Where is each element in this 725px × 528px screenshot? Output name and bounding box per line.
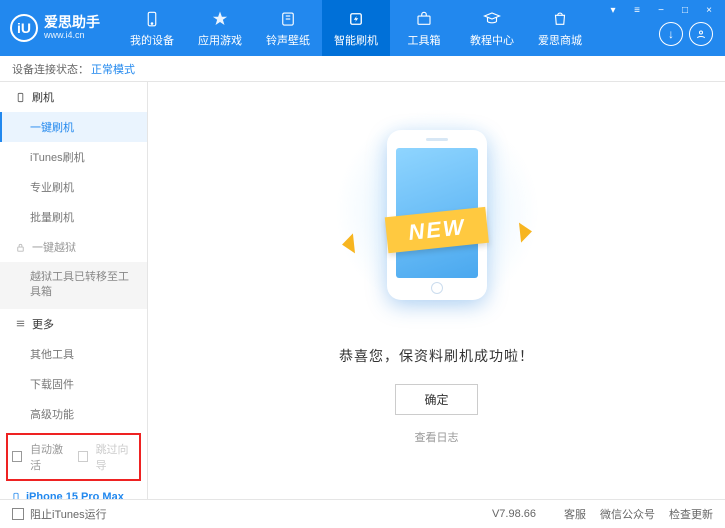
success-message: 恭喜您，保资料刷机成功啦！ (339, 346, 534, 366)
footer: 阻止iTunes运行 V7.98.66 客服 微信公众号 检查更新 (0, 499, 725, 527)
status-value: 正常模式 (91, 61, 135, 77)
sidebar: 刷机 一键刷机 iTunes刷机 专业刷机 批量刷机 一键越狱 越狱工具已转移至… (0, 82, 148, 499)
phone-illustration: NEW (347, 122, 527, 322)
block-itunes-label: 阻止iTunes运行 (30, 506, 107, 522)
maximize-button[interactable]: □ (677, 3, 693, 17)
version-label: V7.98.66 (492, 508, 536, 520)
app-title: 爱思助手 (44, 15, 100, 30)
section-more[interactable]: 更多 (0, 309, 147, 339)
nav-store[interactable]: 爱思商城 (526, 0, 594, 56)
more-icon (14, 318, 26, 330)
window-controls: ▾ ≡ − □ × (605, 3, 717, 17)
auto-activate-label: 自动激活 (30, 441, 69, 473)
top-nav: 我的设备 应用游戏 铃声壁纸 智能刷机 工具箱 教程中心 爱思商城 (118, 0, 594, 56)
ringtone-icon (278, 9, 298, 29)
minimize-button[interactable]: − (653, 3, 669, 17)
status-label: 设备连接状态： (12, 61, 89, 77)
app-url: www.i4.cn (44, 31, 100, 41)
sidebar-item-advanced[interactable]: 高级功能 (0, 399, 147, 429)
footer-link-update[interactable]: 检查更新 (669, 506, 713, 522)
nav-flash[interactable]: 智能刷机 (322, 0, 390, 56)
apps-icon (210, 9, 230, 29)
skip-guide-label: 跳过向导 (96, 441, 135, 473)
skip-guide-checkbox[interactable] (78, 451, 88, 462)
block-itunes-checkbox[interactable] (12, 508, 24, 520)
section-jailbreak: 一键越狱 (0, 232, 147, 262)
sidebar-item-pro-flash[interactable]: 专业刷机 (0, 172, 147, 202)
logo-icon: iU (10, 14, 38, 42)
device-info: iPhone 15 Pro Max 512GB iPhone (0, 485, 147, 499)
app-header: iU 爱思助手 www.i4.cn 我的设备 应用游戏 铃声壁纸 智能刷机 工具… (0, 0, 725, 56)
sidebar-item-one-click-flash[interactable]: 一键刷机 (0, 112, 147, 142)
sidebar-item-other-tools[interactable]: 其他工具 (0, 339, 147, 369)
cart-icon[interactable]: ▾ (605, 3, 621, 17)
status-bar: 设备连接状态： 正常模式 (0, 56, 725, 82)
logo: iU 爱思助手 www.i4.cn (10, 14, 100, 42)
user-button[interactable] (689, 22, 713, 46)
view-log-link[interactable]: 查看日志 (415, 429, 459, 445)
options-highlight-box: 自动激活 跳过向导 (6, 433, 141, 481)
download-button[interactable]: ↓ (659, 22, 683, 46)
auto-activate-checkbox[interactable] (12, 451, 22, 462)
footer-link-wechat[interactable]: 微信公众号 (600, 506, 655, 522)
sidebar-item-download-firmware[interactable]: 下载固件 (0, 369, 147, 399)
nav-ringtones[interactable]: 铃声壁纸 (254, 0, 322, 56)
toolbox-icon (414, 9, 434, 29)
menu-icon[interactable]: ≡ (629, 3, 645, 17)
ok-button[interactable]: 确定 (395, 384, 477, 415)
tutorial-icon (482, 9, 502, 29)
lock-icon (14, 241, 26, 253)
sidebar-item-itunes-flash[interactable]: iTunes刷机 (0, 142, 147, 172)
jailbreak-note: 越狱工具已转移至工具箱 (0, 262, 147, 309)
nav-my-device[interactable]: 我的设备 (118, 0, 186, 56)
phone-icon (14, 91, 26, 103)
sidebar-item-batch-flash[interactable]: 批量刷机 (0, 202, 147, 232)
device-name[interactable]: iPhone 15 Pro Max (10, 491, 137, 499)
nav-toolbox[interactable]: 工具箱 (390, 0, 458, 56)
nav-apps[interactable]: 应用游戏 (186, 0, 254, 56)
footer-link-support[interactable]: 客服 (564, 506, 586, 522)
device-small-icon (10, 491, 22, 499)
flash-icon (346, 9, 366, 29)
store-icon (550, 9, 570, 29)
close-button[interactable]: × (701, 3, 717, 17)
nav-tutorials[interactable]: 教程中心 (458, 0, 526, 56)
device-icon (142, 9, 162, 29)
main-content: NEW 恭喜您，保资料刷机成功啦！ 确定 查看日志 (148, 82, 725, 499)
section-flash[interactable]: 刷机 (0, 82, 147, 112)
